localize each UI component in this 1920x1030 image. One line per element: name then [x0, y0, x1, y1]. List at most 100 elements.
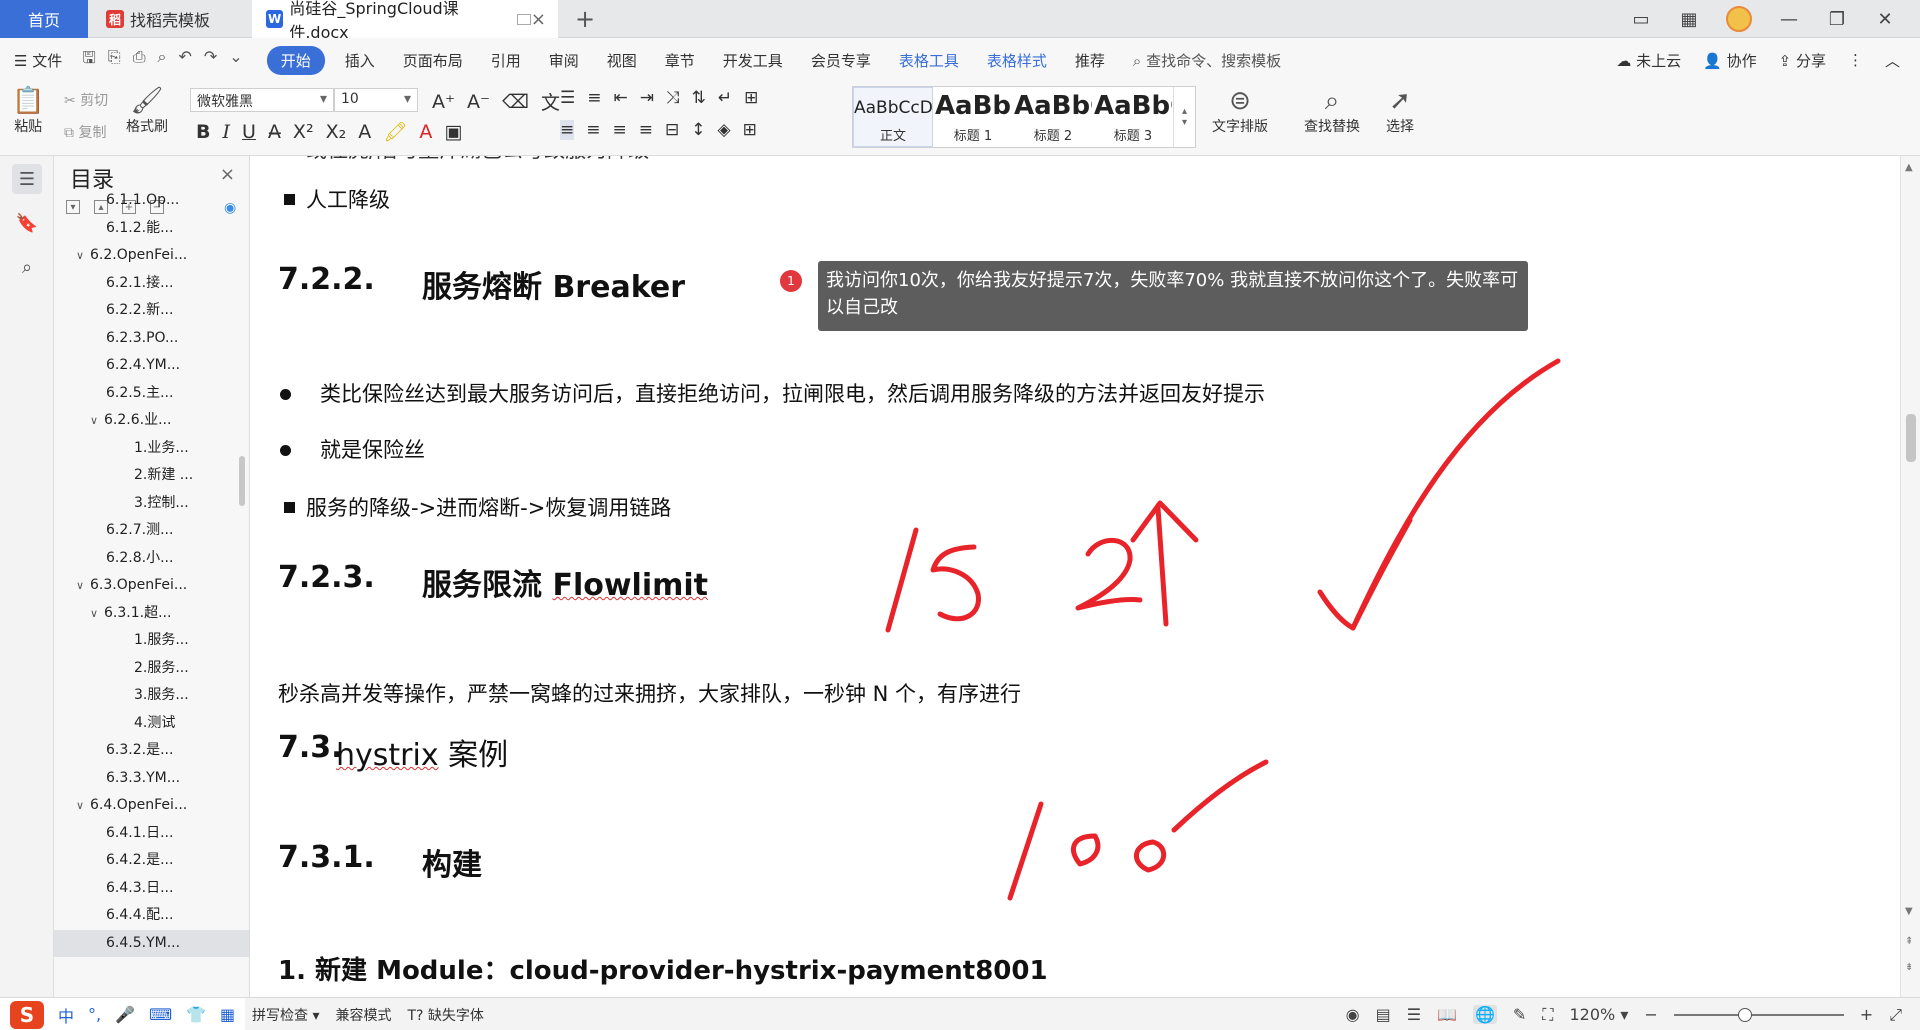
char-border-icon[interactable]: ▣	[444, 121, 462, 143]
style-heading-1[interactable]: AaBb 标题 1	[933, 87, 1013, 147]
select-button[interactable]: ➚ 选择	[1386, 86, 1414, 136]
page-view-icon[interactable]: ▤	[1376, 1005, 1391, 1024]
menu-recommend[interactable]: 推荐	[1061, 50, 1119, 71]
menu-view[interactable]: 视图	[593, 50, 651, 71]
scroll-up-icon[interactable]: ▲	[1905, 162, 1913, 173]
menu-table-style[interactable]: 表格样式	[973, 50, 1061, 71]
scroll-down-icon[interactable]: ▼	[1905, 906, 1913, 917]
skin-icon[interactable]: 👕	[186, 1005, 206, 1024]
text-layout-button[interactable]: ⊜ 文字排版	[1212, 86, 1268, 136]
reading-view-icon[interactable]: 📖	[1437, 1005, 1457, 1024]
outline-item[interactable]: 6.2.4.YM...	[54, 352, 249, 380]
outline-item[interactable]: 2.服务...	[54, 655, 249, 683]
outline-item[interactable]: 6.2.5.主...	[54, 380, 249, 408]
new-tab-button[interactable]: +	[570, 0, 600, 38]
comment-bubble[interactable]: 我访问你10次，你给我友好提示7次，失败率70% 我就直接不放问你这个了。失败率…	[818, 261, 1528, 331]
font-size-select[interactable]: 10 ▾	[334, 88, 418, 112]
tab-home[interactable]: 首页	[0, 0, 88, 38]
pinyin-icon[interactable]: 文	[541, 88, 560, 115]
outdent-icon[interactable]: ⇤	[614, 88, 628, 108]
close-icon[interactable]: ×	[531, 9, 546, 30]
clear-format-icon[interactable]: ⌫	[502, 91, 529, 113]
outline-item[interactable]: 6.4.5.YM...	[54, 929, 249, 957]
fit-page-icon[interactable]: ⛶	[1542, 1005, 1553, 1025]
chevron-down-icon[interactable]: ∨	[76, 242, 90, 270]
pen-icon[interactable]: ✎	[1513, 1005, 1526, 1024]
outline-item[interactable]: 2.新建 ...	[54, 462, 249, 490]
outline-item[interactable]: 6.4.2.是...	[54, 847, 249, 875]
chevron-down-icon[interactable]: ∨	[90, 407, 104, 435]
close-window-button[interactable]: ✕	[1874, 9, 1896, 30]
align-right-icon[interactable]: ≡	[613, 120, 627, 140]
chevron-down-icon[interactable]: ∨	[90, 600, 104, 628]
zoom-level[interactable]: 120% ▾	[1570, 1005, 1629, 1024]
outline-item[interactable]: ∨ 6.2.OpenFei...	[54, 242, 249, 270]
outline-item[interactable]: ∨ 6.3.OpenFei...	[54, 572, 249, 600]
cloud-status[interactable]: ☁ 未上云	[1616, 50, 1681, 71]
bookmark-icon[interactable]: 🔖	[12, 208, 42, 238]
outline-item[interactable]: 6.4.4.配...	[54, 902, 249, 930]
outline-item[interactable]: 6.1.2.能...	[54, 215, 249, 243]
ime-logo[interactable]: S	[10, 1000, 44, 1029]
next-page-icon[interactable]: ⇟	[1905, 962, 1913, 973]
menu-chapter[interactable]: 章节	[651, 50, 709, 71]
export-pdf-icon[interactable]: ⎘	[108, 47, 121, 74]
document-canvas[interactable]: 或住虎/陷与垄斤湖己公号致服为降级 人工降级 7.2.2. 服务熔断 Break…	[250, 156, 1900, 997]
comment-badge[interactable]: 1	[780, 270, 802, 292]
style-gallery-scroll[interactable]: ▴ ▾	[1173, 87, 1195, 147]
indent-icon[interactable]: ⇥	[640, 88, 654, 108]
file-menu[interactable]: ☰ 文件	[0, 50, 76, 71]
tab-document[interactable]: W 尚硅谷_SpringCloud课件.docx ×	[252, 0, 558, 42]
minimize-button[interactable]: —	[1778, 9, 1800, 30]
outline-item[interactable]: 1.业务...	[54, 435, 249, 463]
justify-icon[interactable]: ≡	[639, 120, 653, 140]
scrollbar-thumb[interactable]	[1906, 414, 1916, 462]
vertical-scrollbar[interactable]: ▲ ▼ ⇞ ⇟	[1900, 156, 1920, 997]
menu-insert[interactable]: 插入	[331, 50, 389, 71]
bullet-list-icon[interactable]: ☰	[560, 88, 575, 108]
table-borders-icon[interactable]: ⊞	[744, 88, 758, 108]
menu-home[interactable]: 开始	[266, 45, 325, 75]
fullscreen-icon[interactable]: ⤢	[1889, 1005, 1902, 1025]
text-effect-icon[interactable]: A	[358, 121, 371, 143]
toolbox-icon[interactable]: ▦	[220, 1005, 235, 1024]
microphone-icon[interactable]: 🎤	[115, 1005, 135, 1024]
align-left-icon[interactable]: ≡	[560, 120, 575, 140]
print-icon[interactable]: ⎙	[133, 47, 146, 74]
show-marks-icon[interactable]: ↵	[718, 88, 732, 108]
style-heading-2[interactable]: AaBbC 标题 2	[1013, 87, 1093, 147]
undo-icon[interactable]: ↶	[178, 47, 191, 74]
outline-item[interactable]: ∨ 6.3.1.超...	[54, 600, 249, 628]
cut-button[interactable]: ✂ 剪切	[64, 90, 108, 110]
zoom-in-icon[interactable]: +	[1860, 1005, 1873, 1024]
outline-scrollbar[interactable]	[239, 456, 245, 506]
outline-panel-icon[interactable]: ☰	[12, 164, 42, 194]
menu-page-layout[interactable]: 页面布局	[389, 50, 477, 71]
strikethrough-icon[interactable]: A̶	[268, 121, 281, 143]
tab-template[interactable]: 稻 找稻壳模板	[92, 0, 252, 38]
outline-item[interactable]: 6.1.1.Op...	[54, 187, 249, 215]
subscript-icon[interactable]: X₂	[326, 121, 347, 143]
format-painter-button[interactable]: 🖌 格式刷	[126, 86, 168, 136]
outline-item[interactable]: 6.2.3.PO...	[54, 325, 249, 353]
style-heading-3[interactable]: AaBbC 标题 3	[1093, 87, 1173, 147]
paste-button[interactable]: 📋 粘贴	[12, 86, 44, 136]
customize-icon[interactable]: ⌄	[229, 47, 242, 74]
superscript-icon[interactable]: X²	[293, 121, 314, 143]
collab-button[interactable]: 👤 协作	[1703, 50, 1756, 71]
distributed-icon[interactable]: ⊟	[665, 120, 679, 140]
prev-page-icon[interactable]: ⇞	[1905, 936, 1913, 947]
ime-lang[interactable]: 中	[58, 1003, 74, 1027]
outline-item[interactable]: 3.控制...	[54, 490, 249, 518]
font-color-icon[interactable]: A	[419, 121, 432, 143]
restore-button[interactable]: ❐	[1826, 9, 1848, 30]
outline-item[interactable]: 3.服务...	[54, 682, 249, 710]
print-preview-icon[interactable]: ⌕	[158, 47, 167, 74]
highlight-icon[interactable]: 🖍	[383, 120, 407, 143]
menu-member[interactable]: 会员专享	[797, 50, 885, 71]
spell-check-status[interactable]: 拼写检查 ▾	[252, 1005, 319, 1025]
missing-font-status[interactable]: T? 缺失字体	[407, 1005, 483, 1025]
line-spacing-icon[interactable]: ↕	[691, 120, 705, 140]
align-center-icon[interactable]: ≡	[586, 120, 600, 140]
close-icon[interactable]: ×	[220, 164, 235, 185]
